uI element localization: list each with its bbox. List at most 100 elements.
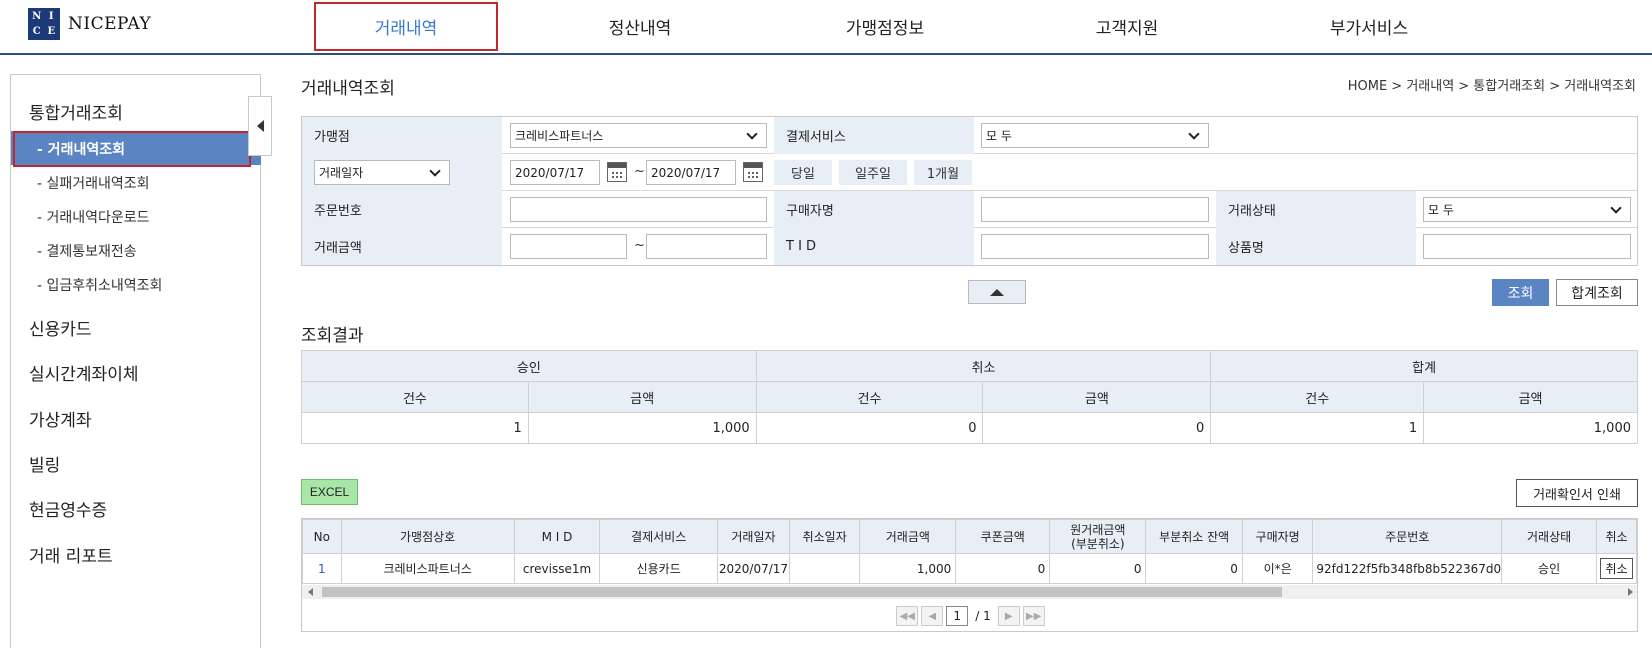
sum-inquiry-button[interactable]: 합계조회 [1556, 279, 1638, 306]
col-header-partial-balance[interactable]: 부분취소 잔액 [1145, 519, 1243, 554]
sidebar-collapse-button[interactable] [248, 96, 272, 156]
date-type-select[interactable]: 거래일자 [314, 160, 450, 185]
payment-service-select[interactable]: 모 두 [981, 123, 1209, 148]
order-no-input[interactable] [510, 197, 767, 222]
last-page-icon[interactable]: ▶▶ [1022, 606, 1045, 626]
amount-to-input[interactable] [646, 234, 767, 259]
summary-count-header: 건수 [301, 381, 529, 413]
col-header-no[interactable]: No [302, 519, 342, 554]
quick-month-button[interactable]: 1개월 [914, 160, 972, 185]
search-button[interactable]: 조회 [1492, 279, 1549, 306]
col-header-cancel[interactable]: 취소 [1596, 519, 1637, 554]
cell-mid: crevisse1m [513, 553, 601, 584]
amount-range-separator: ~ [634, 238, 645, 253]
col-header-order-no[interactable]: 주문번호 [1312, 519, 1503, 554]
top-navigation-bar: N I C E NICEPAY 거래내역 정산내역 가맹점정보 고객지원 부가서… [0, 0, 1652, 55]
scroll-left-icon[interactable] [308, 588, 313, 596]
print-confirmation-button[interactable]: 거래확인서 인쇄 [1516, 479, 1638, 507]
nav-transactions[interactable]: 거래내역 [314, 2, 498, 51]
amount-from-input[interactable] [510, 234, 627, 259]
merchant-select[interactable]: 크레비스파트너스 [510, 123, 767, 148]
horizontal-scrollbar[interactable] [302, 585, 1637, 599]
date-to-input[interactable]: 2020/07/17 [646, 160, 736, 185]
total-amount: 1,000 [1423, 412, 1638, 444]
sidebar-group-billing[interactable]: 빌링 [29, 451, 60, 476]
calendar-icon[interactable] [607, 162, 627, 182]
sidebar-group-realtime-transfer[interactable]: 실시간계좌이체 [29, 360, 138, 385]
status-label: 거래상태 [1216, 191, 1416, 228]
col-header-orig-amount[interactable]: 원거래금액 (부분취소) [1049, 519, 1147, 554]
date-range-separator: ~ [634, 164, 645, 179]
nav-additional-services[interactable]: 부가서비스 [1294, 0, 1444, 53]
calendar-icon[interactable] [743, 162, 763, 182]
cell-partial-balance: 0 [1145, 553, 1243, 584]
sidebar-group-cash-receipt[interactable]: 현금영수증 [29, 496, 107, 521]
quick-week-button[interactable]: 일주일 [839, 160, 907, 185]
summary-table: 승인 취소 합계 건수 금액 건수 금액 건수 금액 1 1,000 0 0 1… [301, 350, 1638, 444]
cell-cancel: 취소 [1596, 553, 1637, 584]
col-header-date[interactable]: 거래일자 [717, 519, 790, 554]
approved-amount: 1,000 [527, 412, 757, 444]
col-header-amount[interactable]: 거래금액 [859, 519, 957, 554]
cancel-count: 0 [755, 412, 984, 444]
summary-total-header: 합계 [1210, 350, 1638, 382]
summary-amount-header: 금액 [527, 381, 757, 413]
pagination: ◀◀ ◀ 1 / 1 ▶ ▶▶ [302, 603, 1637, 629]
order-no-label: 주문번호 [302, 191, 502, 228]
cell-amount: 1,000 [859, 553, 957, 584]
sidebar-item-failed-transactions[interactable]: - 실패거래내역조회 [37, 173, 150, 193]
brand-logo[interactable]: N I C E NICEPAY [28, 8, 151, 40]
col-header-coupon[interactable]: 쿠폰금액 [955, 519, 1051, 554]
sidebar-group-integrated[interactable]: 통합거래조회 [29, 99, 123, 124]
logo-mark: N I C E [28, 8, 60, 40]
grid-header-row: No 가맹점상호 M I D 결제서비스 거래일자 취소일자 거래금액 쿠폰금액… [302, 519, 1637, 554]
page-number-input[interactable]: 1 [946, 606, 969, 626]
col-header-buyer[interactable]: 구매자명 [1241, 519, 1314, 554]
summary-values-row: 1 1,000 0 0 1 1,000 [301, 412, 1638, 444]
chevron-down-icon [1610, 202, 1622, 214]
brand-name: NICEPAY [68, 14, 152, 34]
prev-page-icon[interactable]: ◀ [921, 606, 944, 626]
transaction-grid: No 가맹점상호 M I D 결제서비스 거래일자 취소일자 거래금액 쿠폰금액… [301, 518, 1638, 632]
cell-coupon: 0 [955, 553, 1051, 584]
triangle-up-icon [990, 288, 1004, 296]
status-select[interactable]: 모 두 [1423, 197, 1631, 222]
sidebar-item-payment-notify-resend[interactable]: - 결제통보재전송 [37, 241, 137, 261]
date-from-input[interactable]: 2020/07/17 [510, 160, 600, 185]
search-row-order: 주문번호 구매자명 거래상태 모 두 [302, 191, 1637, 228]
col-header-status[interactable]: 거래상태 [1501, 519, 1598, 554]
col-header-cancel-date[interactable]: 취소일자 [788, 519, 861, 554]
amount-label: 거래금액 [302, 228, 502, 265]
search-row-amount: 거래금액 ~ T I D 상품명 [302, 228, 1637, 265]
sidebar-item-post-deposit-cancel[interactable]: - 입금후취소내역조회 [37, 275, 162, 295]
quick-today-button[interactable]: 당일 [774, 160, 832, 185]
sidebar-item-transaction-download[interactable]: - 거래내역다운로드 [37, 207, 150, 227]
table-row[interactable]: 1 크레비스파트너스 crevisse1m 신용카드 2020/07/17 1,… [302, 553, 1637, 584]
sidebar-group-transaction-report[interactable]: 거래 리포트 [29, 542, 113, 567]
tid-input[interactable] [981, 234, 1209, 259]
product-label: 상품명 [1216, 228, 1416, 265]
collapse-search-button[interactable] [968, 280, 1026, 304]
product-input[interactable] [1423, 234, 1631, 259]
sidebar-group-virtual-account[interactable]: 가상계좌 [29, 406, 92, 431]
payment-service-label: 결제서비스 [774, 117, 974, 154]
excel-download-button[interactable]: EXCEL [301, 479, 358, 505]
nav-settlement[interactable]: 정산내역 [580, 0, 700, 53]
nav-merchant-info[interactable]: 가맹점정보 [815, 0, 955, 53]
col-header-service[interactable]: 결제서비스 [599, 519, 718, 554]
next-page-icon[interactable]: ▶ [997, 606, 1020, 626]
scrollbar-thumb[interactable] [322, 587, 1282, 597]
col-header-mid[interactable]: M I D [513, 519, 601, 554]
chevron-left-icon [256, 120, 264, 132]
cancel-transaction-button[interactable]: 취소 [1600, 558, 1633, 579]
first-page-icon[interactable]: ◀◀ [896, 606, 919, 626]
sidebar-group-credit-card[interactable]: 신용카드 [29, 315, 92, 340]
col-header-merchant[interactable]: 가맹점상호 [340, 519, 515, 554]
buyer-input[interactable] [981, 197, 1209, 222]
scroll-right-icon[interactable] [1628, 588, 1633, 596]
page-title: 거래내역조회 [301, 79, 395, 99]
nav-customer-support[interactable]: 고객지원 [1062, 0, 1192, 53]
merchant-label: 가맹점 [302, 117, 502, 154]
summary-approved-header: 승인 [301, 350, 757, 382]
cell-order-no[interactable]: 92fd122f5fb348fb8b522367d0 [1312, 553, 1503, 584]
